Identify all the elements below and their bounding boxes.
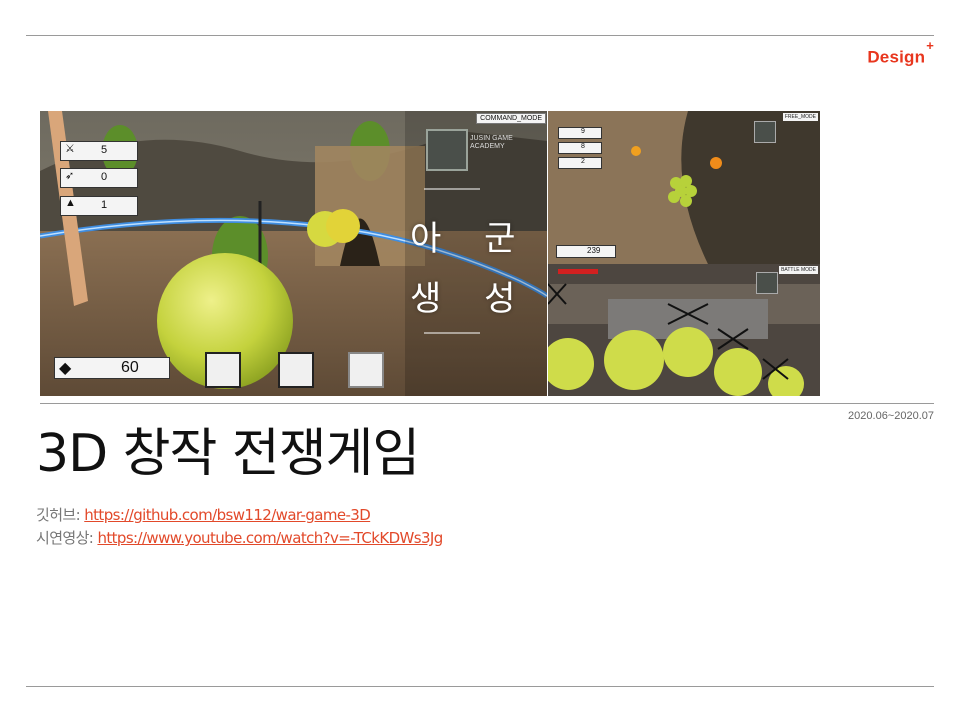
wizard-slot-icon (348, 352, 384, 388)
hud-gem-counter: ◆ 60 (54, 357, 170, 379)
hud-bow-stat: ➶ 0 (60, 168, 138, 188)
middle-rule (40, 403, 934, 404)
bow-icon: ➶ (65, 170, 75, 182)
bottom-rule (26, 686, 934, 687)
brand-logo: Design+ (867, 38, 934, 67)
free-hud-magic: 2 (558, 157, 602, 169)
academy-logo-icon (426, 129, 468, 171)
wizard-hat-icon: ▲ (65, 197, 76, 209)
page-title: 3D 창작 전쟁게임 (36, 424, 420, 484)
youtube-link-line: 시연영상: https://www.youtube.com/watch?v=-T… (36, 527, 443, 548)
project-period: 2020.06~2020.07 (848, 410, 934, 422)
free-mode-label: FREE_MODE (782, 113, 818, 121)
youtube-link-label: 시연영상: (36, 529, 98, 547)
overlay-text-create: 생 성 (410, 279, 532, 319)
free-hud-attack: 9 (558, 127, 602, 139)
top-rule (26, 35, 934, 36)
free-hud-gems: 239 (556, 245, 616, 258)
main-game-screenshot: ⚔ 5 ➶ 0 ▲ 1 ◆ 60 JUSIN GAME ACADEMY COMMAND_… (40, 111, 547, 396)
gem-icon: ◆ (59, 360, 72, 377)
overlay-text-ally: 아 군 (410, 219, 532, 259)
bow-slot-icon (278, 352, 314, 388)
free-academy-logo-icon (754, 121, 776, 143)
sword-icon: ⚔ (65, 143, 75, 155)
sword-slot-icon (205, 352, 241, 388)
github-link[interactable]: https://github.com/bsw112/war-game-3D (84, 506, 371, 524)
free-mode-screenshot: 9 8 2 239 FREE_MODE (548, 111, 820, 264)
battle-academy-logo-icon (756, 272, 778, 294)
free-hud-bow: 8 (558, 142, 602, 154)
command-mode-label: COMMAND_MODE (476, 113, 546, 124)
github-link-label: 깃허브: (36, 506, 85, 524)
hud-attack-stat: ⚔ 5 (60, 141, 138, 161)
github-link-line: 깃허브: https://github.com/bsw112/war-game-… (36, 504, 371, 525)
academy-label: JUSIN GAME ACADEMY (470, 135, 513, 151)
youtube-link[interactable]: https://www.youtube.com/watch?v=-TCkKDWs… (97, 529, 443, 547)
hud-magic-stat: ▲ 1 (60, 196, 138, 216)
battle-mode-label: BATTLE MODE (779, 266, 818, 274)
battle-mode-screenshot: BATTLE MODE (548, 264, 820, 396)
